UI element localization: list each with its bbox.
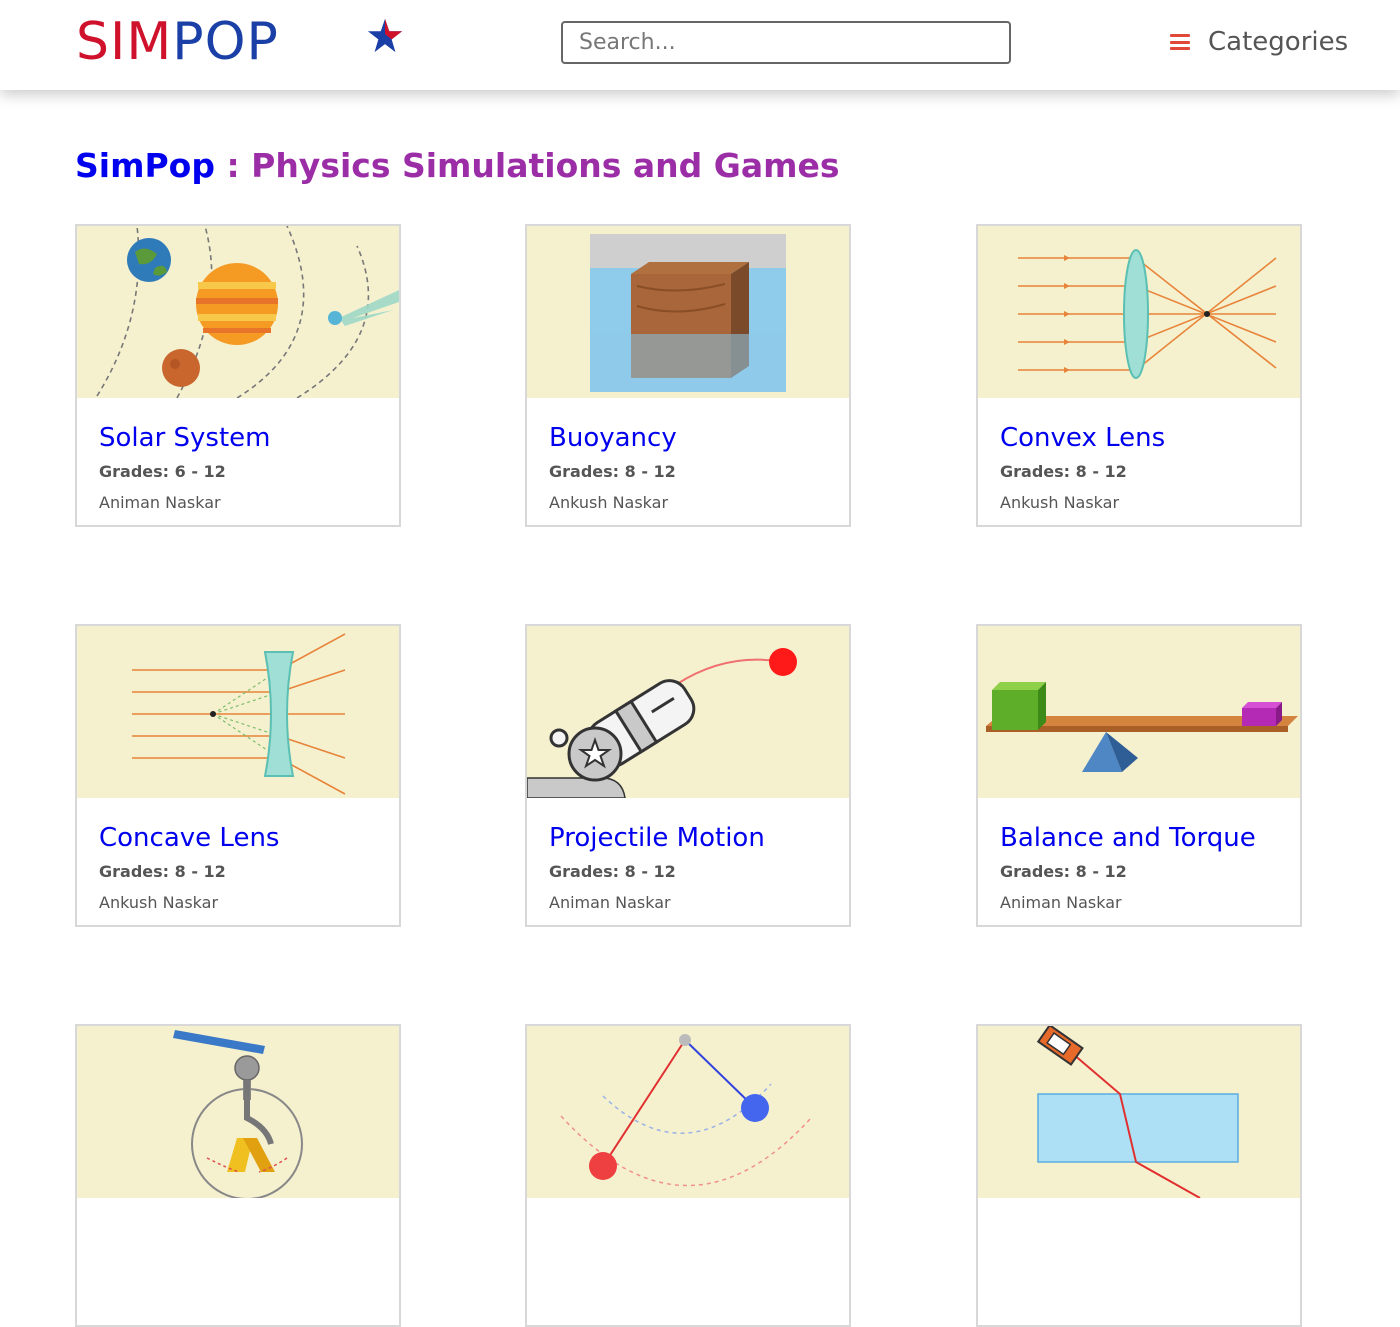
hamburger-menu-icon xyxy=(1170,34,1190,50)
card-grades: Grades: 8 - 12 xyxy=(549,462,676,481)
sim-card-concave-lens[interactable]: Concave Lens Grades: 8 - 12 Ankush Naska… xyxy=(75,624,401,927)
sim-card-buoyancy[interactable]: Buoyancy Grades: 8 - 12 Ankush Naskar xyxy=(525,224,851,527)
sim-card-refraction[interactable] xyxy=(976,1024,1302,1327)
solar-system-icon xyxy=(77,226,399,398)
page-title-brand: SimPop xyxy=(75,146,215,185)
categories-label: Categories xyxy=(1208,27,1349,57)
buoyancy-icon xyxy=(527,226,849,398)
card-grades: Grades: 8 - 12 xyxy=(99,862,226,881)
sim-card-solar-system[interactable]: Solar System Grades: 6 - 12 Animan Naska… xyxy=(75,224,401,527)
page-title: SimPop : Physics Simulations and Games xyxy=(75,146,840,185)
simpop-logo[interactable]: SIMPOP xyxy=(76,12,403,72)
site-header: SIMPOP Categories xyxy=(0,0,1400,90)
card-grades: Grades: 8 - 12 xyxy=(1000,862,1127,881)
card-author: Animan Naskar xyxy=(99,493,221,512)
search-input[interactable] xyxy=(561,21,1011,64)
refraction-icon xyxy=(978,1026,1300,1198)
card-author: Ankush Naskar xyxy=(1000,493,1120,512)
sim-card-pendulum[interactable] xyxy=(525,1024,851,1327)
card-title[interactable]: Concave Lens xyxy=(99,820,399,856)
categories-menu-button[interactable]: Categories xyxy=(1170,22,1348,62)
sim-card-convex-lens[interactable]: Convex Lens Grades: 8 - 12 Ankush Naskar xyxy=(976,224,1302,527)
seesaw-icon xyxy=(978,626,1300,798)
electroscope-icon xyxy=(77,1026,399,1198)
sim-card-balance-and-torque[interactable]: Balance and Torque Grades: 8 - 12 Animan… xyxy=(976,624,1302,927)
card-title[interactable]: Balance and Torque xyxy=(1000,820,1300,856)
card-title[interactable]: Convex Lens xyxy=(1000,420,1300,456)
page-title-subtitle: : Physics Simulations and Games xyxy=(214,146,840,185)
sim-card-projectile-motion[interactable]: Projectile Motion Grades: 8 - 12 Animan … xyxy=(525,624,851,927)
card-title[interactable]: Solar System xyxy=(99,420,399,456)
card-grades: Grades: 8 - 12 xyxy=(549,862,676,881)
card-author: Animan Naskar xyxy=(1000,893,1122,912)
pendulum-icon xyxy=(527,1026,849,1198)
cannon-icon xyxy=(527,626,849,798)
card-title[interactable]: Buoyancy xyxy=(549,420,849,456)
card-author: Ankush Naskar xyxy=(99,893,219,912)
star-icon xyxy=(367,18,403,53)
card-grades: Grades: 8 - 12 xyxy=(1000,462,1127,481)
convex-lens-icon xyxy=(978,226,1300,398)
card-author: Ankush Naskar xyxy=(549,493,669,512)
concave-lens-icon xyxy=(77,626,399,798)
logo-wordmark: SIMPOP xyxy=(76,12,279,72)
sim-card-electroscope[interactable] xyxy=(75,1024,401,1327)
card-title[interactable]: Projectile Motion xyxy=(549,820,849,856)
card-author: Animan Naskar xyxy=(549,893,671,912)
card-grades: Grades: 6 - 12 xyxy=(99,462,226,481)
